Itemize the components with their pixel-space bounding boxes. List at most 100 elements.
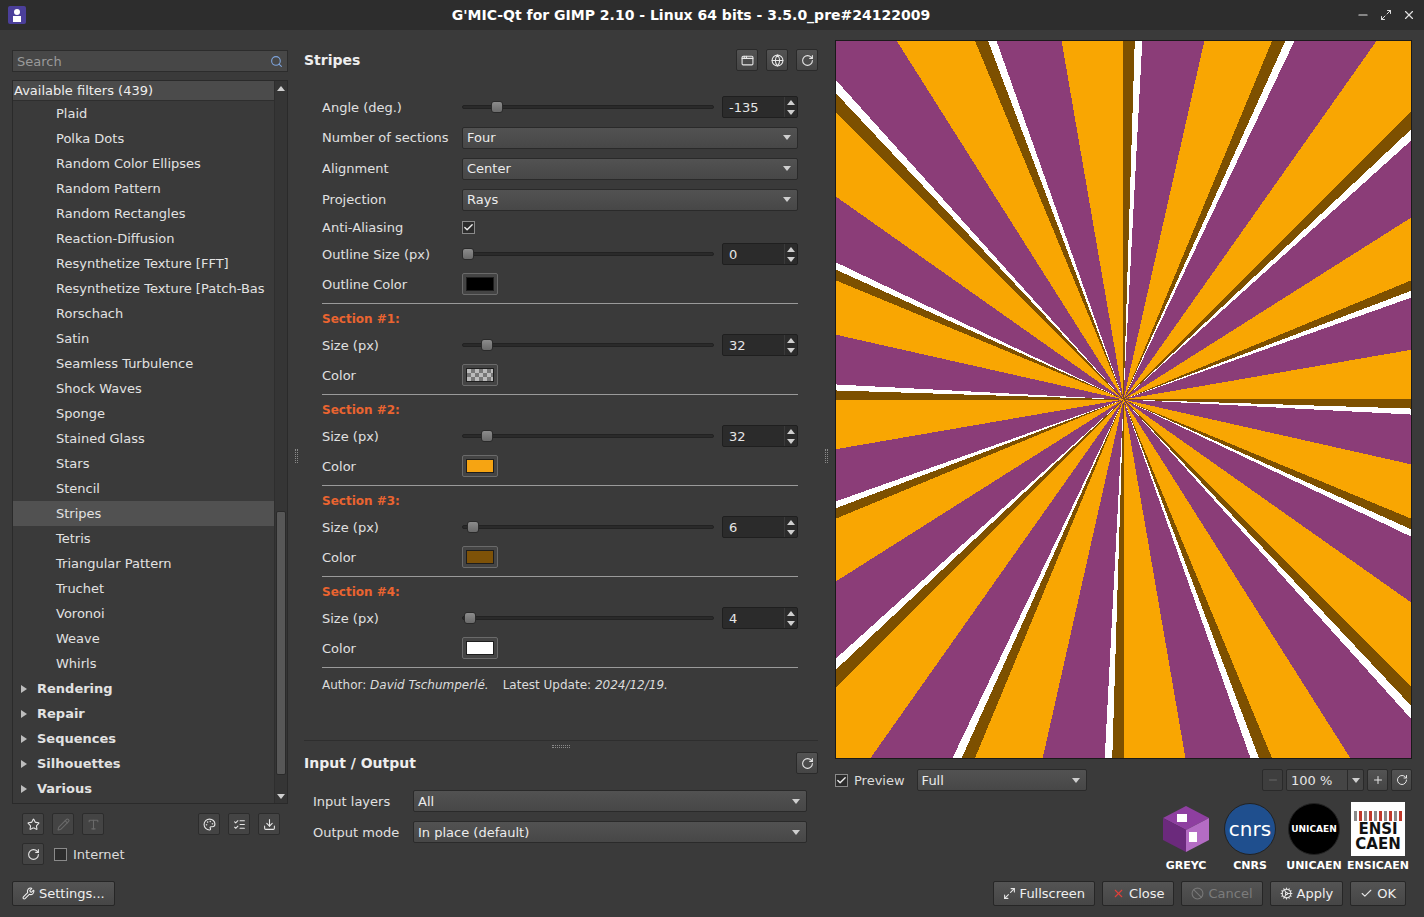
layout-button[interactable] — [736, 49, 758, 71]
random-button[interactable] — [766, 49, 788, 71]
filter-item[interactable]: Whirls — [13, 651, 274, 676]
select[interactable]: Center — [462, 158, 798, 180]
category-item[interactable]: Silhouettes — [13, 751, 274, 776]
color-button[interactable] — [462, 364, 498, 386]
color-button[interactable] — [462, 273, 498, 295]
spin-box[interactable]: 32 — [722, 425, 798, 447]
filter-item[interactable]: Sponge — [13, 401, 274, 426]
tool-button[interactable] — [258, 813, 280, 835]
slider[interactable] — [462, 247, 714, 261]
tool-button[interactable] — [82, 813, 104, 835]
filter-item[interactable]: Satin — [13, 326, 274, 351]
filter-item[interactable]: Shock Waves — [13, 376, 274, 401]
zoom-reset-button[interactable] — [1391, 769, 1412, 791]
minimize-icon[interactable] — [1356, 8, 1370, 22]
search-field[interactable] — [12, 50, 288, 72]
slider-handle[interactable] — [462, 248, 474, 260]
slider[interactable] — [462, 520, 714, 534]
close-window-icon[interactable] — [1402, 8, 1416, 22]
filter-item[interactable]: Random Color Ellipses — [13, 151, 274, 176]
slider-handle[interactable] — [481, 430, 493, 442]
internet-checkbox[interactable]: Internet — [54, 847, 125, 862]
filter-item[interactable]: Truchet — [13, 576, 274, 601]
filter-item[interactable]: Stained Glass — [13, 426, 274, 451]
filter-item[interactable]: Stencil — [13, 476, 274, 501]
filter-item[interactable]: Plaid — [13, 101, 274, 126]
splitter[interactable] — [304, 740, 818, 752]
filter-item[interactable]: Stars — [13, 451, 274, 476]
tool-button[interactable] — [52, 813, 74, 835]
tool-button[interactable] — [22, 813, 44, 835]
scrollbar[interactable] — [274, 81, 287, 803]
select[interactable]: Four — [462, 127, 798, 149]
preview-image[interactable] — [835, 40, 1412, 759]
separator — [322, 485, 798, 486]
tool-button[interactable] — [228, 813, 250, 835]
slider-handle[interactable] — [491, 101, 503, 113]
spin-box[interactable]: -135 — [722, 96, 798, 118]
select[interactable]: Rays — [462, 189, 798, 211]
category-item[interactable]: Various — [13, 776, 274, 801]
filter-item[interactable]: Resynthetize Texture [FFT] — [13, 251, 274, 276]
slider-handle[interactable] — [464, 612, 476, 624]
spin-box[interactable]: 32 — [722, 334, 798, 356]
select[interactable]: All — [413, 790, 807, 812]
slider[interactable] — [462, 611, 714, 625]
filter-item[interactable]: Tetris — [13, 526, 274, 551]
slider-handle[interactable] — [467, 521, 479, 533]
color-button[interactable] — [462, 455, 498, 477]
filter-item[interactable]: Reaction-Diffusion — [13, 226, 274, 251]
slider[interactable] — [462, 100, 714, 114]
refresh-button[interactable] — [22, 843, 44, 865]
maximize-icon[interactable] — [1380, 9, 1392, 21]
zoom-field[interactable]: 100 % — [1286, 769, 1364, 791]
reset-button[interactable] — [796, 49, 818, 71]
color-row: Color — [322, 451, 798, 481]
scroll-thumb[interactable] — [276, 511, 286, 775]
filter-item[interactable]: Weave — [13, 626, 274, 651]
checkbox[interactable] — [462, 221, 475, 234]
category-item[interactable]: Repair — [13, 701, 274, 726]
filter-item[interactable]: Seamless Turbulence — [13, 351, 274, 376]
zoom-in-button[interactable] — [1367, 769, 1388, 791]
select[interactable]: In place (default) — [413, 821, 807, 843]
spin-box[interactable]: 6 — [722, 516, 798, 538]
dialog-button[interactable]: Fullscreen — [993, 881, 1095, 906]
reset-button[interactable] — [796, 752, 818, 774]
preview-checkbox[interactable]: Preview — [835, 773, 905, 788]
dropdown-arrow-icon — [783, 166, 791, 171]
spin-box[interactable]: 4 — [722, 607, 798, 629]
preview-mode-select[interactable]: Full — [917, 769, 1087, 791]
color-button[interactable] — [462, 637, 498, 659]
dialog-button[interactable]: Cancel — [1181, 881, 1262, 906]
filter-item[interactable]: Rorschach — [13, 301, 274, 326]
slider[interactable] — [462, 429, 714, 443]
filter-item[interactable]: Random Rectangles — [13, 201, 274, 226]
search-input[interactable] — [15, 53, 270, 70]
filter-item[interactable]: Polka Dots — [13, 126, 274, 151]
splitter[interactable] — [288, 40, 304, 872]
filter-item[interactable]: Triangular Pattern — [13, 551, 274, 576]
category-item[interactable]: Sequences — [13, 726, 274, 751]
dialog-button[interactable]: Close — [1102, 881, 1174, 906]
checkbox[interactable] — [835, 774, 848, 787]
filter-item[interactable]: Voronoi — [13, 601, 274, 626]
spin-down-icon — [787, 257, 795, 262]
filter-item[interactable]: Random Pattern — [13, 176, 274, 201]
category-item[interactable]: Rendering — [13, 676, 274, 701]
slider[interactable] — [462, 338, 714, 352]
spin-box[interactable]: 0 — [722, 243, 798, 265]
filter-item[interactable]: Resynthetize Texture [Patch-Bas — [13, 276, 274, 301]
splitter[interactable] — [818, 40, 835, 872]
checkbox[interactable] — [54, 848, 67, 861]
greyc-logo-icon — [1159, 804, 1213, 854]
dialog-button[interactable]: OK — [1350, 881, 1406, 906]
dialog-button[interactable]: Apply — [1270, 881, 1344, 906]
filter-item[interactable]: Stripes — [13, 501, 274, 526]
tool-button[interactable] — [198, 813, 220, 835]
color-button[interactable] — [462, 546, 498, 568]
zoom-out-button[interactable] — [1262, 769, 1283, 791]
logo: GREYC — [1158, 802, 1214, 872]
slider-handle[interactable] — [481, 339, 493, 351]
settings-button[interactable]: Settings... — [12, 881, 115, 906]
